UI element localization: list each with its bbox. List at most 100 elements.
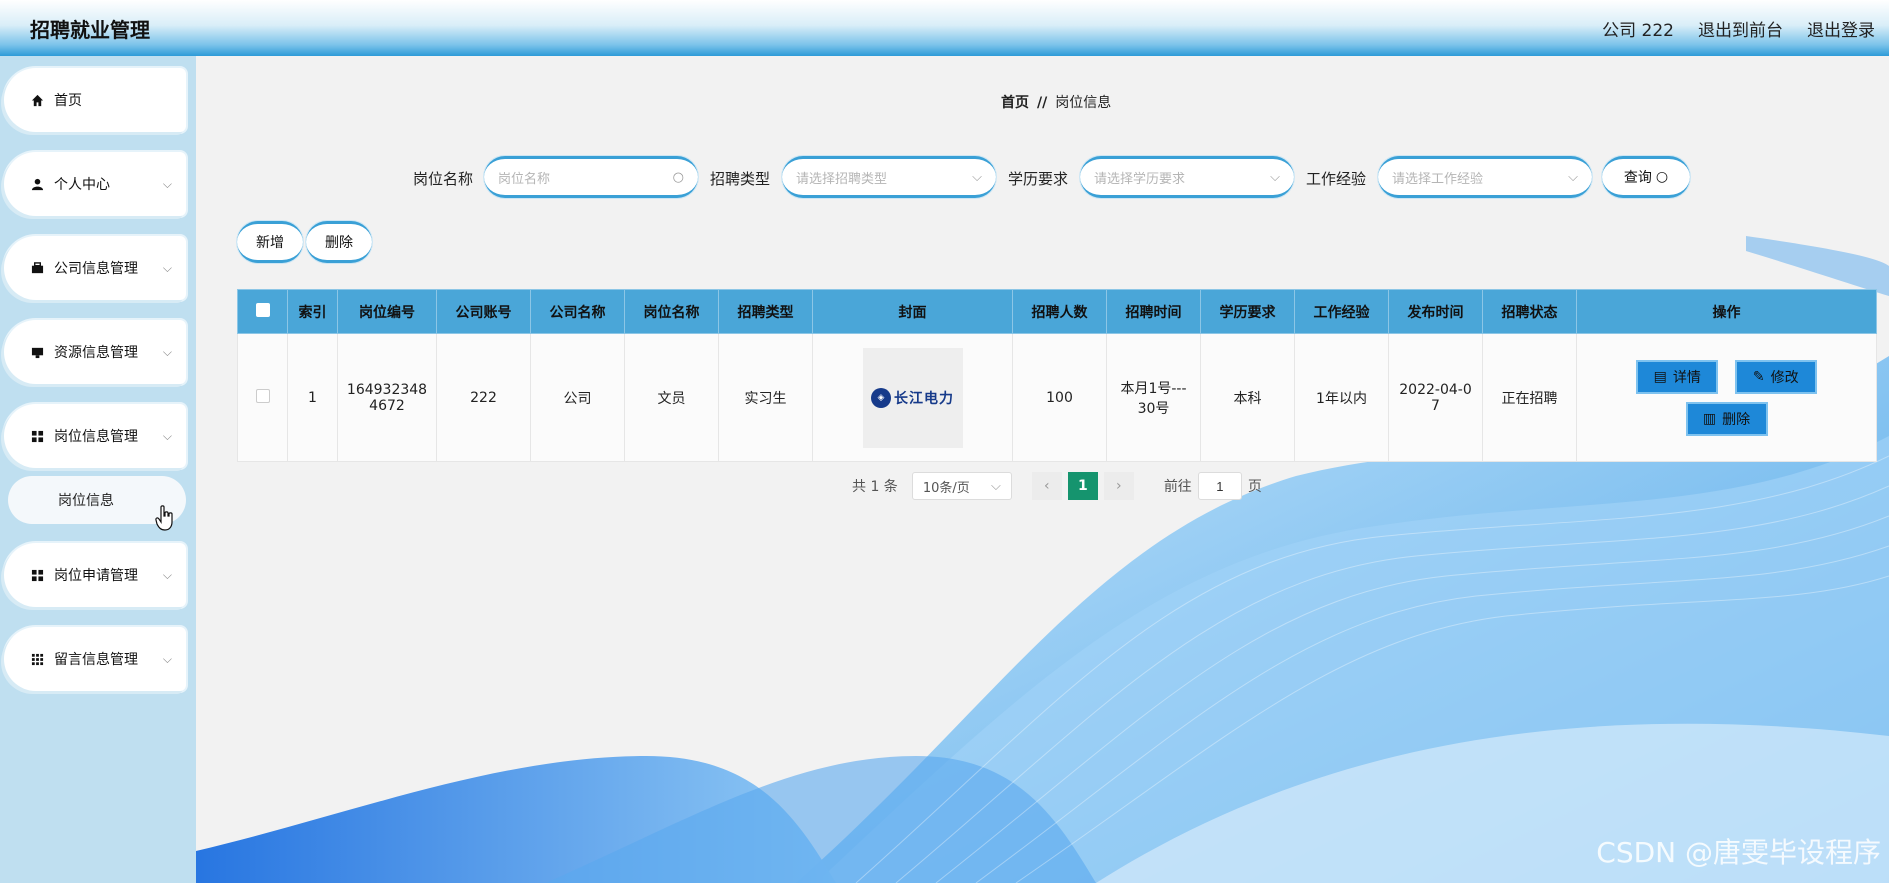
pencil-icon: ✎ [1752, 368, 1765, 385]
breadcrumb-home[interactable]: 首页 [1001, 95, 1029, 111]
monitor-icon [30, 345, 44, 359]
prev-page-button[interactable]: ‹ [1031, 472, 1062, 500]
job-name-label: 岗位名称 [413, 170, 474, 188]
select-all-checkbox[interactable] [255, 302, 270, 317]
breadcrumb-separator: // [1037, 95, 1048, 111]
recruit-type-cell: 实习生 [718, 333, 813, 462]
column-header: 岗位名称 [624, 289, 719, 334]
query-button[interactable]: 查询 ○ [1602, 156, 1690, 198]
trash-icon: ▥ [1702, 410, 1717, 427]
sidebar-subitem-label: 岗位信息 [58, 493, 114, 509]
sidebar-item-message-info[interactable]: 留言信息管理 ⌵ [4, 627, 186, 691]
sidebar-item-job-application[interactable]: 岗位申请管理 ⌵ [4, 543, 186, 607]
status-cell: 正在招聘 [1482, 333, 1577, 462]
row-checkbox[interactable] [255, 388, 270, 403]
company-account-cell: 222 [436, 333, 531, 462]
delete-button[interactable]: ▥ 删除 [1685, 401, 1768, 436]
sidebar-item-label: 资源信息管理 [54, 345, 138, 361]
publish-time-cell: 2022-04-0 7 [1388, 333, 1483, 462]
education-select[interactable]: 请选择学历要求 ⌵ [1080, 156, 1294, 198]
cover-cell: ◈ 长江电力 [812, 333, 1013, 462]
job-no-line: 164932348 [346, 381, 428, 398]
publish-time-line: 2022-04-0 [1399, 381, 1472, 398]
column-header: 招聘人数 [1012, 289, 1107, 334]
cover-logo-text: 长江电力 [894, 390, 954, 407]
delete-button-label: 删除 [1722, 411, 1751, 428]
batch-delete-button-label: 删除 [325, 235, 353, 251]
watermark: CSDN @唐雯毕设程序 [1596, 836, 1881, 869]
logout-link[interactable]: 退出登录 [1807, 16, 1875, 41]
recruit-time-line: 本月1号--- [1120, 380, 1187, 397]
home-icon [30, 93, 44, 107]
sidebar-item-personal-center[interactable]: 个人中心 ⌵ [4, 152, 186, 216]
query-button-label: 查询 [1623, 170, 1652, 186]
experience-select[interactable]: 请选择工作经验 ⌵ [1378, 156, 1592, 198]
column-header: 招聘类型 [718, 289, 813, 334]
goto-page-input[interactable] [1197, 472, 1242, 500]
recruit-type-label: 招聘类型 [710, 170, 771, 188]
current-user[interactable]: 公司 222 [1602, 16, 1674, 41]
column-header: 公司名称 [530, 289, 625, 334]
add-button[interactable]: 新增 [237, 221, 303, 263]
experience-cell: 1年以内 [1294, 333, 1389, 462]
chevron-down-icon: ⌵ [162, 344, 172, 359]
row-select-cell [237, 333, 288, 462]
batch-delete-button[interactable]: 删除 [306, 221, 372, 263]
column-header: 岗位编号 [337, 289, 437, 334]
company-name-cell: 公司 [530, 333, 625, 462]
sidebar-item-job-info[interactable]: 岗位信息管理 ⌵ [4, 404, 186, 468]
sidebar-item-home[interactable]: 首页 [4, 68, 186, 132]
pagination: 共 1 条 10条/页 ⌵ ‹ 1 › 前往 页 [852, 472, 1262, 500]
education-placeholder: 请选择学历要求 [1094, 171, 1186, 187]
recruit-count-cell: 100 [1012, 333, 1107, 462]
job-name-input[interactable]: 岗位名称 ○ [484, 156, 698, 198]
user-icon [30, 177, 44, 191]
edit-button[interactable]: ✎ 修改 [1734, 359, 1817, 394]
page-unit-label: 页 [1247, 479, 1262, 495]
sidebar-item-label: 留言信息管理 [54, 652, 138, 668]
column-header: 招聘状态 [1482, 289, 1577, 334]
column-header: 学历要求 [1200, 289, 1295, 334]
sidebar-item-label: 个人中心 [54, 177, 110, 193]
sidebar-item-label: 岗位信息管理 [54, 429, 138, 445]
page-size-value: 10条/页 [922, 480, 970, 496]
top-bar: 招聘就业管理 公司 222 退出到前台 退出登录 [0, 0, 1889, 56]
education-label: 学历要求 [1008, 170, 1069, 188]
cover-image[interactable]: ◈ 长江电力 [862, 347, 963, 448]
breadcrumb: 首页 // 岗位信息 [1001, 92, 1111, 112]
app-title: 招聘就业管理 [30, 17, 150, 42]
job-name-placeholder: 岗位名称 [498, 171, 551, 187]
recruit-type-select[interactable]: 请选择招聘类型 ⌵ [782, 156, 996, 198]
select-all-header [237, 289, 288, 334]
goto-label: 前往 [1163, 479, 1192, 495]
chevron-down-icon: ⌵ [162, 428, 172, 443]
page-size-select[interactable]: 10条/页 ⌵ [911, 472, 1012, 500]
next-page-button[interactable]: › [1103, 472, 1134, 500]
column-header: 索引 [287, 289, 338, 334]
experience-label: 工作经验 [1306, 170, 1367, 188]
sidebar: 首页 个人中心 ⌵ 公司信息管理 ⌵ 资源信息管理 ⌵ 岗位信息管理 ⌵ 岗位信… [0, 56, 196, 883]
education-cell: 本科 [1200, 333, 1295, 462]
operation-cell: ▤ 详情 ✎ 修改 ▥ 删除 [1576, 333, 1877, 462]
table-header-row: 索引 岗位编号 公司账号 公司名称 岗位名称 招聘类型 封面 招聘人数 招聘时间… [237, 289, 1877, 334]
page-number-current[interactable]: 1 [1067, 472, 1098, 500]
sidebar-item-label: 首页 [54, 93, 82, 109]
search-bar: 岗位名称 岗位名称 ○ 招聘类型 请选择招聘类型 ⌵ 学历要求 请选择学历要求 … [196, 156, 1889, 198]
add-button-label: 新增 [256, 235, 284, 251]
document-icon: ▤ [1653, 368, 1667, 385]
exit-to-front-link[interactable]: 退出到前台 [1698, 16, 1783, 41]
publish-time-line: 7 [1431, 397, 1440, 414]
experience-placeholder: 请选择工作经验 [1392, 171, 1484, 187]
detail-button-label: 详情 [1672, 369, 1701, 386]
sidebar-item-label: 岗位申请管理 [54, 568, 138, 584]
detail-button[interactable]: ▤ 详情 [1636, 359, 1719, 394]
column-header: 封面 [812, 289, 1013, 334]
sidebar-item-label: 公司信息管理 [54, 261, 138, 277]
recruit-type-placeholder: 请选择招聘类型 [796, 171, 888, 187]
sidebar-item-resource-info[interactable]: 资源信息管理 ⌵ [4, 320, 186, 384]
chevron-down-icon: ⌵ [990, 478, 1001, 494]
total-count: 共 1 条 [852, 479, 898, 495]
column-header: 公司账号 [436, 289, 531, 334]
sidebar-item-company-info[interactable]: 公司信息管理 ⌵ [4, 236, 186, 300]
search-icon: ○ [1655, 169, 1669, 185]
